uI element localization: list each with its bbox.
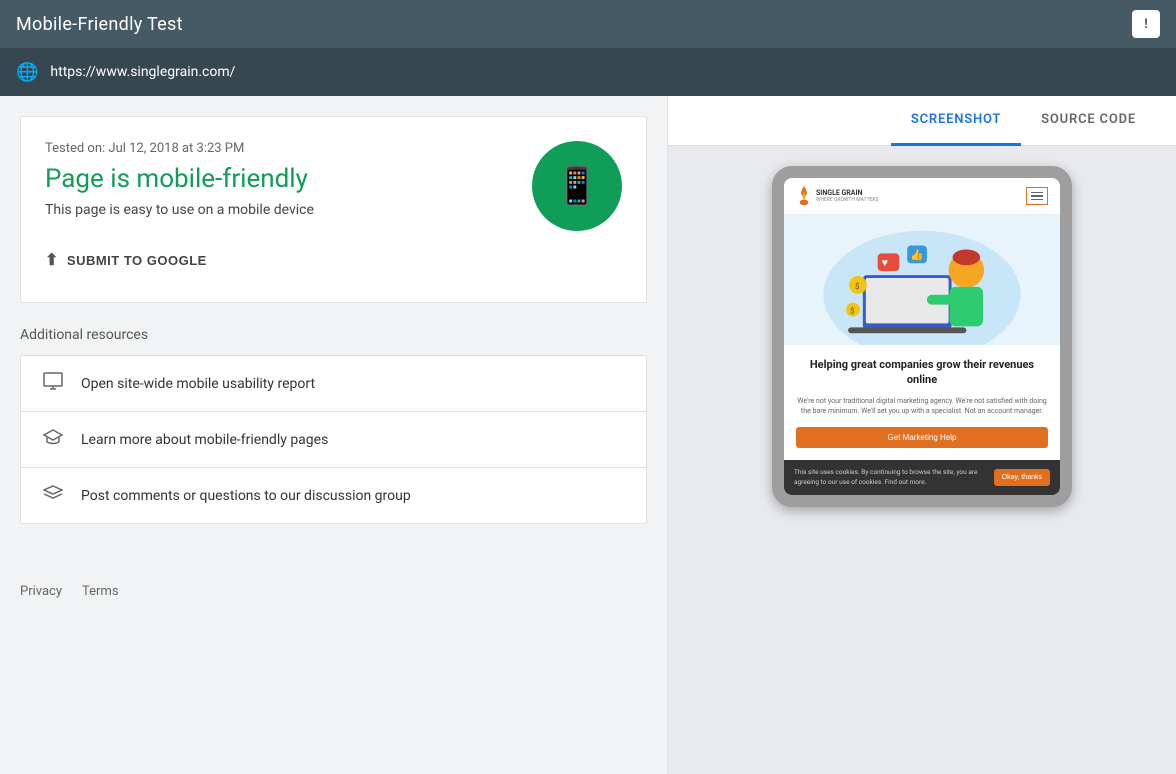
tab-screenshot[interactable]: SCREENSHOT: [891, 96, 1021, 146]
resource-item-learn[interactable]: Learn more about mobile-friendly pages: [21, 412, 646, 468]
result-date: Tested on: Jul 12, 2018 at 3:23 PM: [45, 141, 512, 156]
url-bar: 🌐 https://www.singlegrain.com/: [0, 48, 1176, 96]
preview-tabs: SCREENSHOT SOURCE CODE: [668, 96, 1176, 146]
site-heading: Helping great companies grow their reven…: [796, 357, 1048, 388]
result-subtitle: This page is easy to use on a mobile dev…: [45, 202, 512, 218]
phone-mockup: SINGLE GRAIN WHERE GROWTH MATTERS: [772, 166, 1072, 507]
resource-item-usability[interactable]: Open site-wide mobile usability report: [21, 356, 646, 412]
hero-illustration: $ $ ♥ 👍: [784, 215, 1060, 345]
site-header: SINGLE GRAIN WHERE GROWTH MATTERS: [784, 178, 1060, 215]
logo-flame-icon: [796, 186, 812, 206]
cookie-banner: This site uses cookies. By continuing to…: [784, 460, 1060, 496]
mobile-friendly-icon: 📱: [532, 141, 622, 231]
learn-icon: [41, 428, 65, 451]
cookie-accept-button[interactable]: Okay, thanks: [994, 469, 1050, 486]
submit-to-google-button[interactable]: ⬆ SUBMIT TO GOOGLE: [45, 242, 207, 278]
privacy-link[interactable]: Privacy: [20, 584, 62, 599]
result-card: Tested on: Jul 12, 2018 at 3:23 PM Page …: [20, 116, 647, 303]
phone-symbol: 📱: [555, 165, 600, 207]
app-title: Mobile-Friendly Test: [16, 14, 183, 35]
hamburger-menu-icon: [1026, 187, 1048, 205]
site-content: Helping great companies grow their reven…: [784, 345, 1060, 460]
left-panel: Tested on: Jul 12, 2018 at 3:23 PM Page …: [0, 96, 668, 774]
main-layout: Tested on: Jul 12, 2018 at 3:23 PM Page …: [0, 96, 1176, 774]
site-cta-button[interactable]: Get Marketing Help: [796, 427, 1048, 448]
additional-resources-section: Additional resources Open site-wide mobi…: [20, 323, 647, 524]
phone-screen: SINGLE GRAIN WHERE GROWTH MATTERS: [784, 178, 1060, 495]
feedback-icon[interactable]: !: [1132, 10, 1160, 38]
resource-list: Open site-wide mobile usability report L…: [20, 355, 647, 524]
right-panel: SCREENSHOT SOURCE CODE: [668, 96, 1176, 774]
result-title: Page is mobile-friendly: [45, 164, 512, 194]
usability-report-icon: [41, 372, 65, 395]
upload-icon: ⬆: [45, 250, 59, 270]
site-body-text: We're not your traditional digital marke…: [796, 396, 1048, 417]
site-logo: SINGLE GRAIN WHERE GROWTH MATTERS: [796, 186, 878, 206]
top-bar: Mobile-Friendly Test !: [0, 0, 1176, 48]
site-hero: $ $ ♥ 👍: [784, 215, 1060, 345]
svg-text:👍: 👍: [910, 248, 923, 261]
tab-source-code[interactable]: SOURCE CODE: [1021, 96, 1156, 146]
svg-text:$: $: [850, 307, 854, 316]
additional-resources-title: Additional resources: [20, 323, 647, 347]
terms-link[interactable]: Terms: [82, 584, 119, 599]
site-logo-text: SINGLE GRAIN WHERE GROWTH MATTERS: [816, 189, 878, 203]
cookie-text: This site uses cookies. By continuing to…: [794, 468, 986, 488]
result-info: Tested on: Jul 12, 2018 at 3:23 PM Page …: [45, 141, 512, 278]
discuss-icon: [41, 484, 65, 507]
svg-text:$: $: [855, 282, 859, 291]
url-display: https://www.singlegrain.com/: [50, 64, 235, 80]
globe-icon: 🌐: [16, 62, 38, 83]
result-icon-wrap: 📱: [532, 141, 622, 231]
svg-text:♥: ♥: [882, 256, 888, 269]
preview-area: SINGLE GRAIN WHERE GROWTH MATTERS: [668, 146, 1176, 774]
resource-item-discuss[interactable]: Post comments or questions to our discus…: [21, 468, 646, 523]
